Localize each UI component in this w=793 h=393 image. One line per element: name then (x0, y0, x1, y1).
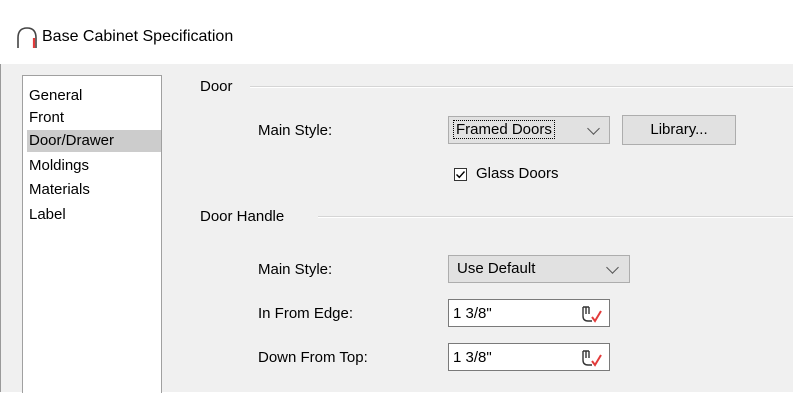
glass-doors-checkbox[interactable] (454, 168, 467, 181)
window-border (0, 64, 1, 392)
door-group-divider (250, 86, 793, 88)
door-main-style-dropdown[interactable]: Framed Doors (448, 116, 610, 144)
dialog-body: General Front Door/Drawer Moldings Mater… (0, 64, 793, 393)
library-button[interactable]: Library... (622, 115, 736, 145)
handle-main-style-dropdown[interactable]: Use Default (448, 255, 630, 283)
door-handle-group-title: Door Handle (200, 208, 291, 225)
door-main-style-value: Framed Doors (453, 120, 555, 139)
down-from-top-input[interactable] (453, 347, 563, 367)
nav-item-door-drawer[interactable]: Door/Drawer (27, 130, 161, 152)
category-list[interactable]: General Front Door/Drawer Moldings Mater… (22, 75, 162, 393)
title-bar: Base Cabinet Specification (0, 0, 793, 64)
window-title: Base Cabinet Specification (42, 28, 234, 45)
door-group-title: Door (200, 78, 239, 95)
nav-item-materials[interactable]: Materials (27, 179, 161, 201)
handle-main-style-label: Main Style: (258, 261, 333, 278)
in-from-edge-label: In From Edge: (258, 305, 354, 322)
handle-main-style-value: Use Default (457, 260, 536, 277)
check-icon (456, 171, 466, 179)
down-from-top-label: Down From Top: (258, 349, 368, 366)
in-from-edge-field[interactable] (448, 299, 610, 327)
door-handle-group-divider (318, 216, 793, 218)
nav-item-label[interactable]: Label (27, 204, 161, 226)
nav-item-moldings[interactable]: Moldings (27, 155, 161, 177)
nav-item-general[interactable]: General (27, 85, 161, 107)
dimension-picker-icon[interactable] (579, 347, 603, 369)
in-from-edge-input[interactable] (453, 303, 563, 323)
dimension-picker-icon[interactable] (579, 303, 603, 325)
down-from-top-field[interactable] (448, 343, 610, 371)
door-main-style-label: Main Style: (258, 122, 333, 139)
nav-item-front[interactable]: Front (27, 107, 161, 129)
glass-doors-label[interactable]: Glass Doors (476, 165, 559, 182)
arch-icon (17, 27, 37, 48)
chevron-down-icon (587, 122, 600, 135)
chevron-down-icon (606, 261, 619, 274)
